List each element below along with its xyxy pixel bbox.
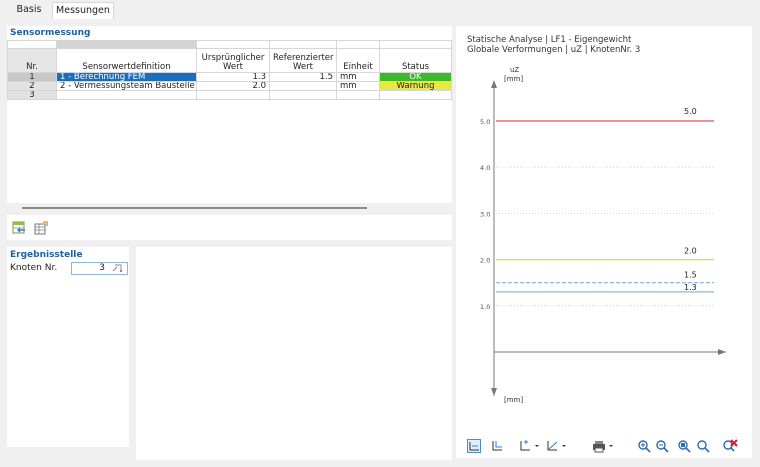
series-label: 1.5: [684, 271, 697, 280]
y-tick-label: 5.0: [480, 118, 490, 126]
column-header-status[interactable]: Status: [379, 48, 452, 73]
y-tick-label: 3.0: [480, 210, 490, 218]
status-badge: Warnung: [379, 81, 452, 91]
original-value-cell[interactable]: 1.3: [196, 72, 270, 82]
unit-cell: [336, 90, 380, 100]
definition-cell[interactable]: 2 - Vermessungsteam Baustelle: [56, 81, 197, 91]
header-group-bar: [56, 40, 197, 49]
definition-cell[interactable]: [56, 90, 197, 100]
table-row[interactable]: 1 1 - Berechnung FEM 1.3 1.5 mm OK: [7, 72, 452, 82]
chart-axis-icon[interactable]: [490, 439, 504, 453]
header-blank: [269, 40, 337, 49]
column-header-original-line2: Wert: [223, 62, 243, 72]
sensor-table: Nr. Sensorwertdefinition Ursprünglicher W…: [7, 40, 452, 100]
column-header-original[interactable]: Ursprünglicher Wert: [196, 48, 270, 73]
header-blank: [379, 40, 452, 49]
y-tick-label: 1.0: [480, 303, 490, 311]
tab-bar: Basis Messungen: [0, 0, 760, 19]
y-tick-label: 4.0: [480, 164, 490, 172]
y-axis-unit-bottom: [mm]: [504, 396, 523, 404]
row-number[interactable]: 1: [7, 72, 57, 82]
definition-cell[interactable]: 1 - Berechnung FEM: [56, 72, 197, 82]
unit-cell: mm: [336, 72, 380, 82]
y-axis-label: uZ: [510, 66, 519, 74]
result-location-panel: [7, 247, 129, 447]
row-number[interactable]: 3: [7, 90, 57, 100]
chart-toggle-icon[interactable]: [467, 439, 481, 453]
table-toolbar: [7, 215, 452, 240]
tab-messungen[interactable]: Messungen: [52, 2, 114, 19]
column-header-referenced[interactable]: Referenzierter Wert: [269, 48, 337, 73]
status-badge: [379, 90, 452, 100]
zoom-out-icon[interactable]: [655, 439, 669, 453]
table-row[interactable]: 3: [7, 90, 452, 100]
line-options-icon[interactable]: [545, 439, 569, 453]
import-table-icon[interactable]: [12, 221, 26, 235]
column-header-nr[interactable]: Nr.: [7, 48, 57, 73]
export-table-icon[interactable]: [34, 221, 48, 235]
sensor-section-title: Sensormessung: [10, 28, 91, 38]
y-axis-arrow-up: [491, 80, 497, 88]
zoom-in-icon[interactable]: [637, 439, 651, 453]
axis-options-icon[interactable]: [518, 439, 542, 453]
horizontal-scrollbar[interactable]: [22, 207, 367, 209]
referenced-value-cell[interactable]: [269, 81, 337, 91]
header-blank: [196, 40, 270, 49]
y-tick-label: 2.0: [480, 257, 490, 265]
table-row[interactable]: 2 2 - Vermessungsteam Baustelle 2.0 mm W…: [7, 81, 452, 91]
print-icon[interactable]: [592, 439, 616, 453]
column-header-unit[interactable]: Einheit: [336, 48, 380, 73]
result-section-title: Ergebnisstelle: [10, 250, 83, 260]
header-blank: [336, 40, 380, 49]
zoom-fit-icon[interactable]: [677, 439, 691, 453]
referenced-value-cell[interactable]: 1.5: [269, 72, 337, 82]
clear-zoom-icon[interactable]: [722, 439, 738, 453]
column-header-referenced-line2: Wert: [293, 62, 313, 72]
series-label: 1.3: [684, 283, 697, 292]
tab-basis[interactable]: Basis: [8, 2, 50, 19]
referenced-value-cell[interactable]: [269, 90, 337, 100]
node-number-value: 3: [99, 263, 105, 273]
header-blank: [7, 40, 57, 49]
details-panel: [136, 247, 452, 460]
original-value-cell[interactable]: 2.0: [196, 81, 270, 91]
pick-node-icon[interactable]: [111, 264, 125, 273]
chart-svg: 5.04.03.02.01.05.02.01.51.3uZ[mm][mm]: [480, 66, 726, 404]
y-axis-arrow-down: [491, 388, 497, 396]
original-value-cell[interactable]: [196, 90, 270, 100]
zoom-reset-icon[interactable]: [696, 439, 710, 453]
row-number[interactable]: 2: [7, 81, 57, 91]
node-number-input[interactable]: 3: [71, 262, 128, 275]
column-header-definition[interactable]: Sensorwertdefinition: [56, 48, 197, 73]
unit-cell: mm: [336, 81, 380, 91]
y-axis-unit-top: [mm]: [504, 75, 523, 83]
series-label: 2.0: [684, 247, 697, 256]
series-label: 5.0: [684, 107, 697, 116]
node-number-label: Knoten Nr.: [10, 263, 58, 273]
status-badge: OK: [379, 72, 452, 82]
x-axis-arrow: [718, 349, 726, 355]
